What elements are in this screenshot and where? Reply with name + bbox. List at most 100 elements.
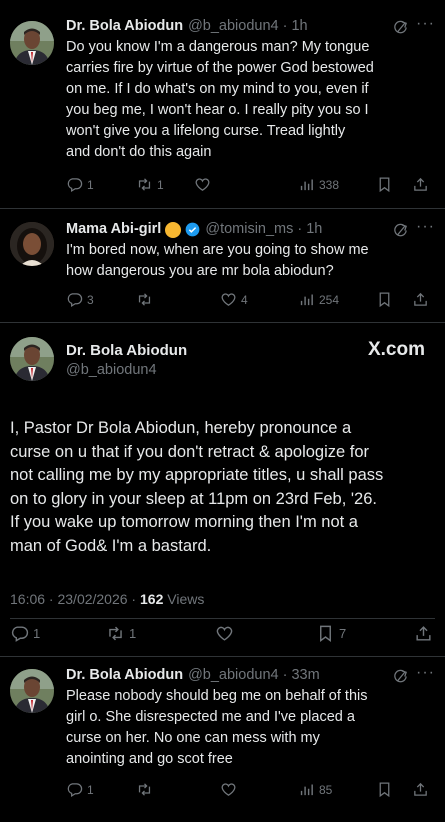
tweet-text: Do you know I'm a dangerous man? My tong… [66, 37, 435, 163]
tweet-text: I'm bored now, when are you going to sho… [66, 240, 435, 282]
text-line: on me. If I do what's on my mind to you,… [66, 81, 369, 97]
divider [0, 656, 445, 657]
share-icon [412, 291, 429, 308]
text-line: Do you know I'm a dangerous man? My tong… [66, 39, 370, 55]
like-button[interactable] [215, 624, 238, 643]
reply-count: 3 [87, 292, 94, 307]
tweet-1[interactable]: Dr. Bola Abiodun @b_abiodun4 · 1h ··· Do… [66, 15, 435, 163]
author-handle[interactable]: @b_abiodun4 [188, 666, 279, 685]
bookmark-button[interactable]: 7 [316, 624, 346, 643]
avatar[interactable] [10, 21, 54, 65]
grok-icon[interactable] [392, 19, 409, 36]
reply-icon [66, 176, 83, 193]
bookmark-icon [316, 624, 335, 643]
repost-icon [136, 291, 153, 308]
text-line: on to glory in your sleep at 11pm on 23r… [10, 489, 377, 508]
text-line: won't give you a lifelong curse. Tread l… [66, 123, 346, 139]
views-icon [298, 176, 315, 193]
reply-icon [10, 624, 29, 643]
share-icon [412, 781, 429, 798]
repost-icon [106, 624, 125, 643]
author-handle[interactable]: @b_abiodun4 [66, 360, 187, 380]
author-name[interactable]: Dr. Bola Abiodun [66, 17, 183, 36]
repost-button[interactable] [136, 781, 157, 798]
tweet-meta: 16:06 · 23/02/2026 · 162 Views [10, 590, 204, 608]
share-button[interactable] [412, 176, 429, 193]
text-line: I, Pastor Dr Bola Abiodun, hereby pronou… [10, 419, 352, 437]
share-button[interactable] [414, 624, 433, 643]
views-icon [298, 781, 315, 798]
avatar[interactable] [10, 337, 54, 381]
text-line: curse on her. No one can mess with my [66, 730, 320, 746]
tweet-actions: 1 85 [66, 781, 435, 801]
repost-icon [136, 781, 153, 798]
text-line: you beg me, I won't hear o. I really pit… [66, 102, 369, 118]
main-author[interactable]: Dr. Bola Abiodun @b_abiodun4 [66, 341, 187, 380]
reply-count: 1 [33, 626, 41, 641]
reply-button[interactable]: 1 [66, 176, 94, 193]
reply-button[interactable]: 1 [10, 624, 40, 643]
more-icon[interactable]: ··· [416, 664, 435, 682]
reply-button[interactable]: 1 [66, 781, 94, 798]
like-button[interactable]: 4 [220, 291, 248, 308]
tweet-time[interactable]: · 1h [297, 220, 322, 239]
main-tweet-actions: 1 1 7 [10, 624, 435, 646]
bookmark-button[interactable] [376, 176, 393, 193]
views-count: 85 [319, 782, 333, 797]
like-button[interactable] [194, 176, 215, 193]
text-line: Please nobody should beg me on behalf of… [66, 688, 368, 704]
text-line: how dangerous you are mr bola abiodun? [66, 263, 334, 279]
views-button[interactable]: 85 [298, 781, 332, 798]
avatar[interactable] [10, 222, 54, 266]
grok-icon[interactable] [392, 668, 409, 685]
views-button[interactable]: 338 [298, 176, 339, 193]
tweet-2[interactable]: Mama Abi-girl @tomisin_ms · 1h ··· I'm b… [66, 218, 435, 282]
tweet-3[interactable]: Dr. Bola Abiodun @b_abiodun4 · 33m ··· P… [66, 664, 435, 770]
bookmark-button[interactable] [376, 781, 393, 798]
bookmark-icon [376, 781, 393, 798]
heart-icon [220, 291, 237, 308]
grok-icon[interactable] [392, 222, 409, 239]
heart-icon [220, 781, 237, 798]
divider [0, 208, 445, 209]
reply-icon [66, 781, 83, 798]
heart-icon [194, 176, 211, 193]
tweet-time[interactable]: · 1h [283, 17, 308, 36]
share-button[interactable] [412, 781, 429, 798]
reply-count: 1 [87, 782, 94, 797]
author-name[interactable]: Mama Abi-girl [66, 220, 161, 239]
avatar[interactable] [10, 669, 54, 713]
reply-icon [66, 291, 83, 308]
author-name[interactable]: Dr. Bola Abiodun [66, 666, 183, 685]
more-icon[interactable]: ··· [416, 218, 435, 236]
tweet-actions: 1 1 338 [66, 176, 435, 196]
repost-button[interactable] [136, 291, 157, 308]
more-icon[interactable]: ··· [416, 15, 435, 33]
reply-button[interactable]: 3 [66, 291, 94, 308]
bookmark-icon [376, 176, 393, 193]
author-name[interactable]: Dr. Bola Abiodun [66, 341, 187, 360]
repost-button[interactable]: 1 [136, 176, 164, 193]
author-handle[interactable]: @tomisin_ms [205, 220, 293, 239]
tweet-actions: 3 4 254 [66, 291, 435, 311]
views-icon [298, 291, 315, 308]
views-count: 162 [140, 591, 164, 607]
share-icon [414, 624, 433, 643]
views-button[interactable]: 254 [298, 291, 339, 308]
text-line: carries fire by virtue of the power God … [66, 60, 374, 76]
like-count: 4 [241, 292, 248, 307]
text-line: I'm bored now, when are you going to sho… [66, 242, 369, 258]
share-button[interactable] [412, 291, 429, 308]
repost-count: 1 [157, 177, 164, 192]
timestamp[interactable]: 16:06 · 23/02/2026 · [10, 591, 140, 607]
views-count: 254 [319, 292, 340, 307]
bookmark-button[interactable] [376, 291, 393, 308]
repost-button[interactable]: 1 [106, 624, 136, 643]
main-tweet-text: I, Pastor Dr Bola Abiodun, hereby pronou… [10, 417, 437, 558]
heart-icon [215, 624, 234, 643]
smiling-face-emoji-icon [165, 221, 182, 238]
tweet-time[interactable]: · 33m [283, 666, 320, 685]
author-handle[interactable]: @b_abiodun4 [188, 17, 279, 36]
divider [10, 618, 435, 619]
like-button[interactable] [220, 781, 241, 798]
